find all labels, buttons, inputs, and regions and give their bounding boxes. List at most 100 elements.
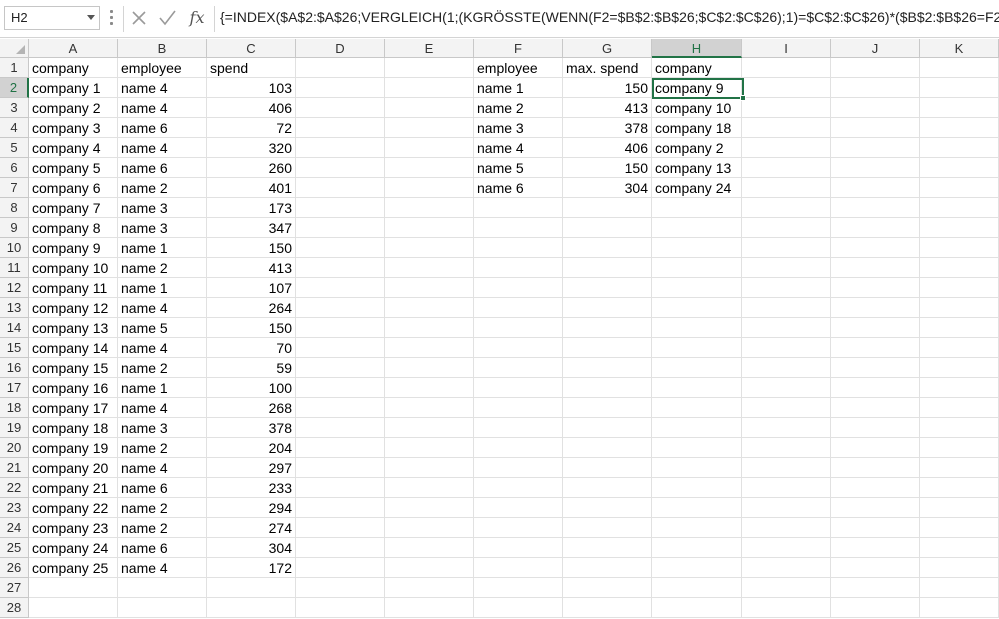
- cell-d23[interactable]: [296, 498, 385, 518]
- cell-a3[interactable]: company 2: [29, 98, 118, 118]
- cell-b1[interactable]: employee: [118, 58, 207, 78]
- cell-k25[interactable]: [920, 538, 999, 558]
- cell-e21[interactable]: [385, 458, 474, 478]
- cell-i3[interactable]: [742, 98, 831, 118]
- cell-b18[interactable]: name 4: [118, 398, 207, 418]
- cell-i19[interactable]: [742, 418, 831, 438]
- cell-j19[interactable]: [831, 418, 920, 438]
- cell-d27[interactable]: [296, 578, 385, 598]
- cell-b15[interactable]: name 4: [118, 338, 207, 358]
- cell-a23[interactable]: company 22: [29, 498, 118, 518]
- cell-e18[interactable]: [385, 398, 474, 418]
- cell-f10[interactable]: [474, 238, 563, 258]
- cell-c4[interactable]: 72: [207, 118, 296, 138]
- column-header-e[interactable]: E: [385, 39, 474, 58]
- cell-e26[interactable]: [385, 558, 474, 578]
- cell-i23[interactable]: [742, 498, 831, 518]
- column-header-j[interactable]: J: [831, 39, 920, 58]
- cell-e20[interactable]: [385, 438, 474, 458]
- cell-c22[interactable]: 233: [207, 478, 296, 498]
- cell-c18[interactable]: 268: [207, 398, 296, 418]
- cell-g11[interactable]: [563, 258, 652, 278]
- row-header-12[interactable]: 12: [0, 278, 29, 298]
- cell-j23[interactable]: [831, 498, 920, 518]
- cell-b24[interactable]: name 2: [118, 518, 207, 538]
- cell-e13[interactable]: [385, 298, 474, 318]
- cell-j2[interactable]: [831, 78, 920, 98]
- row-header-17[interactable]: 17: [0, 378, 29, 398]
- cell-d6[interactable]: [296, 158, 385, 178]
- cell-h18[interactable]: [652, 398, 742, 418]
- cell-h24[interactable]: [652, 518, 742, 538]
- cell-e5[interactable]: [385, 138, 474, 158]
- cell-b8[interactable]: name 3: [118, 198, 207, 218]
- cell-b16[interactable]: name 2: [118, 358, 207, 378]
- cell-a27[interactable]: [29, 578, 118, 598]
- cell-k28[interactable]: [920, 598, 999, 618]
- insert-function-button[interactable]: fx: [186, 7, 208, 29]
- cell-j9[interactable]: [831, 218, 920, 238]
- cell-c3[interactable]: 406: [207, 98, 296, 118]
- row-header-28[interactable]: 28: [0, 598, 29, 618]
- cell-c9[interactable]: 347: [207, 218, 296, 238]
- cell-e22[interactable]: [385, 478, 474, 498]
- cell-e6[interactable]: [385, 158, 474, 178]
- cell-h10[interactable]: [652, 238, 742, 258]
- cell-e28[interactable]: [385, 598, 474, 618]
- cell-h4[interactable]: company 18: [652, 118, 742, 138]
- cell-k18[interactable]: [920, 398, 999, 418]
- cell-k10[interactable]: [920, 238, 999, 258]
- cell-k13[interactable]: [920, 298, 999, 318]
- cell-j26[interactable]: [831, 558, 920, 578]
- cell-b17[interactable]: name 1: [118, 378, 207, 398]
- row-header-9[interactable]: 9: [0, 218, 29, 238]
- cell-d15[interactable]: [296, 338, 385, 358]
- cell-k15[interactable]: [920, 338, 999, 358]
- cell-g14[interactable]: [563, 318, 652, 338]
- cell-h15[interactable]: [652, 338, 742, 358]
- cell-e2[interactable]: [385, 78, 474, 98]
- cell-i4[interactable]: [742, 118, 831, 138]
- cell-h26[interactable]: [652, 558, 742, 578]
- cell-g24[interactable]: [563, 518, 652, 538]
- cell-h5[interactable]: company 2: [652, 138, 742, 158]
- cell-g9[interactable]: [563, 218, 652, 238]
- cell-g25[interactable]: [563, 538, 652, 558]
- cell-d8[interactable]: [296, 198, 385, 218]
- row-header-5[interactable]: 5: [0, 138, 29, 158]
- cell-c11[interactable]: 413: [207, 258, 296, 278]
- column-header-f[interactable]: F: [474, 39, 563, 58]
- cell-g5[interactable]: 406: [563, 138, 652, 158]
- cell-a13[interactable]: company 12: [29, 298, 118, 318]
- cell-c21[interactable]: 297: [207, 458, 296, 478]
- row-header-25[interactable]: 25: [0, 538, 29, 558]
- cell-b5[interactable]: name 4: [118, 138, 207, 158]
- cell-k9[interactable]: [920, 218, 999, 238]
- cell-k6[interactable]: [920, 158, 999, 178]
- cell-b27[interactable]: [118, 578, 207, 598]
- cell-f17[interactable]: [474, 378, 563, 398]
- cell-g23[interactable]: [563, 498, 652, 518]
- cell-d12[interactable]: [296, 278, 385, 298]
- chevron-down-icon[interactable]: [87, 15, 95, 20]
- cell-e4[interactable]: [385, 118, 474, 138]
- cell-k3[interactable]: [920, 98, 999, 118]
- cell-g1[interactable]: max. spend: [563, 58, 652, 78]
- cell-j22[interactable]: [831, 478, 920, 498]
- cell-f14[interactable]: [474, 318, 563, 338]
- cell-g26[interactable]: [563, 558, 652, 578]
- cell-a4[interactable]: company 3: [29, 118, 118, 138]
- cell-b28[interactable]: [118, 598, 207, 618]
- row-header-21[interactable]: 21: [0, 458, 29, 478]
- cell-c24[interactable]: 274: [207, 518, 296, 538]
- cell-c2[interactable]: 103: [207, 78, 296, 98]
- cell-j25[interactable]: [831, 538, 920, 558]
- cell-g7[interactable]: 304: [563, 178, 652, 198]
- cell-a22[interactable]: company 21: [29, 478, 118, 498]
- cell-i7[interactable]: [742, 178, 831, 198]
- cell-c5[interactable]: 320: [207, 138, 296, 158]
- cell-b6[interactable]: name 6: [118, 158, 207, 178]
- cell-f5[interactable]: name 4: [474, 138, 563, 158]
- cell-k14[interactable]: [920, 318, 999, 338]
- cell-b3[interactable]: name 4: [118, 98, 207, 118]
